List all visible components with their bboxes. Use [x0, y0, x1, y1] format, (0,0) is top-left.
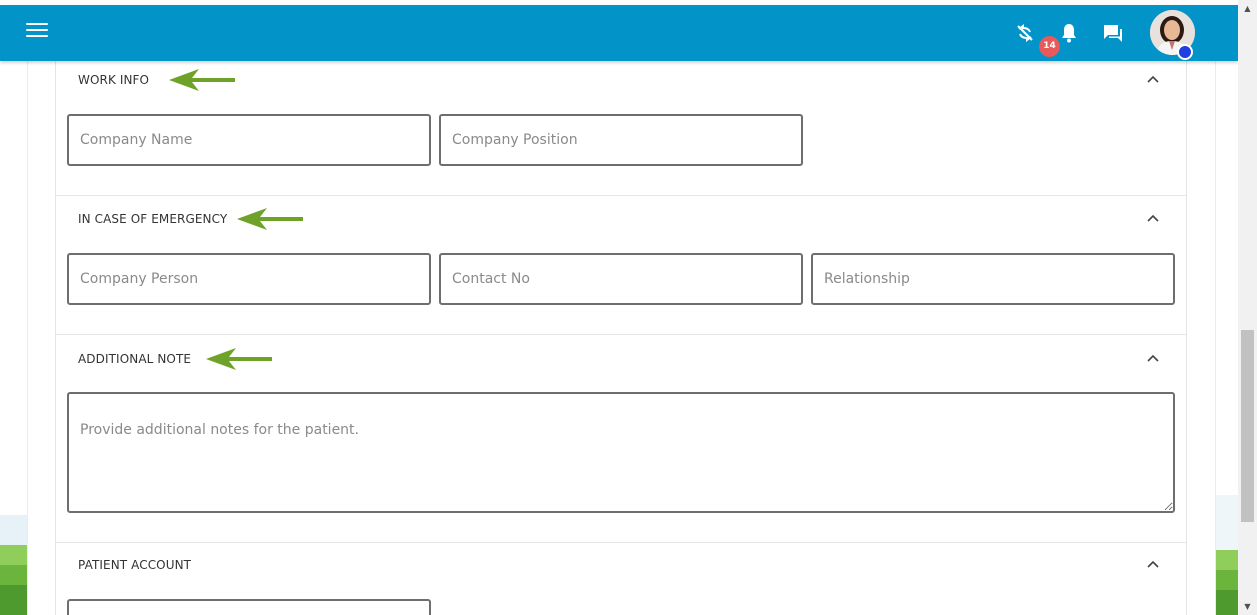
arrow-annotation-icon [237, 208, 303, 230]
page-scrollbar[interactable]: ▲ ▼ [1238, 0, 1257, 615]
patient-form-card: WORK INFO IN CASE OF EMERGENCY [55, 61, 1187, 615]
collapse-chevron-up-icon[interactable] [1146, 73, 1160, 87]
collapse-chevron-up-icon[interactable] [1146, 558, 1160, 572]
hamburger-menu-icon[interactable] [26, 23, 48, 41]
patient-account-input[interactable] [67, 599, 431, 615]
section-work-info: WORK INFO [56, 61, 1186, 196]
contact-no-input[interactable] [439, 253, 803, 305]
section-patient-account: PATIENT ACCOUNT [56, 543, 1186, 615]
collapse-chevron-up-icon[interactable] [1146, 352, 1160, 366]
top-app-bar: 14 [0, 5, 1238, 61]
notification-count-badge: 14 [1039, 36, 1060, 57]
arrow-annotation-icon [206, 348, 272, 370]
relationship-input[interactable] [811, 253, 1175, 305]
company-position-input[interactable] [439, 114, 803, 166]
scroll-down-arrow-icon[interactable]: ▼ [1238, 598, 1257, 615]
section-additional-note: ADDITIONAL NOTE [56, 335, 1186, 543]
bell-icon[interactable] [1057, 21, 1081, 45]
section-title-additional-note: ADDITIONAL NOTE [78, 352, 192, 366]
chat-icon[interactable] [1101, 21, 1125, 45]
emergency-person-input[interactable] [67, 253, 431, 305]
additional-notes-textarea[interactable] [67, 392, 1175, 513]
collapse-chevron-up-icon[interactable] [1146, 212, 1160, 226]
arrow-annotation-icon [169, 69, 235, 91]
section-title-emergency: IN CASE OF EMERGENCY [78, 212, 228, 226]
scroll-up-arrow-icon[interactable]: ▲ [1238, 0, 1257, 17]
section-title-work-info: WORK INFO [78, 73, 150, 87]
section-title-patient-account: PATIENT ACCOUNT [78, 558, 192, 572]
company-name-input[interactable] [67, 114, 431, 166]
scrollbar-thumb[interactable] [1241, 330, 1254, 522]
section-emergency: IN CASE OF EMERGENCY [56, 196, 1186, 335]
app-viewport: WORK INFO IN CASE OF EMERGENCY [0, 0, 1238, 615]
online-status-indicator [1177, 44, 1193, 60]
sync-off-icon[interactable] [1013, 21, 1037, 45]
